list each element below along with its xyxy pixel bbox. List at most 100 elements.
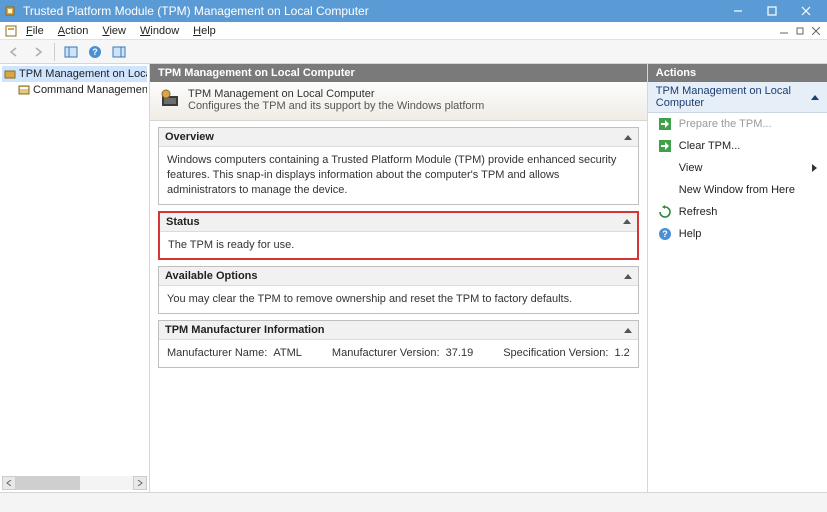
mdi-close-button[interactable] bbox=[809, 24, 823, 38]
statusbar bbox=[0, 492, 827, 512]
menu-window[interactable]: Window bbox=[134, 24, 185, 38]
manufacturer-section: TPM Manufacturer Information Manufacture… bbox=[158, 320, 639, 368]
show-hide-tree-button[interactable] bbox=[61, 42, 81, 62]
command-mgmt-icon bbox=[18, 83, 30, 97]
help-button[interactable]: ? bbox=[85, 42, 105, 62]
action-prepare-tpm: Prepare the TPM... bbox=[648, 113, 827, 135]
toolbar-separator bbox=[54, 43, 55, 61]
collapse-icon bbox=[623, 219, 631, 224]
blank-icon bbox=[658, 183, 672, 197]
actions-subtitle-label: TPM Management on Local Computer bbox=[656, 85, 811, 109]
workspace: TPM Management on Local Compu Command Ma… bbox=[0, 64, 827, 492]
status-body: The TPM is ready for use. bbox=[160, 232, 637, 259]
action-new-window-label: New Window from Here bbox=[679, 184, 795, 196]
menubar: File Action View Window Help bbox=[0, 22, 827, 40]
options-title: Available Options bbox=[165, 270, 258, 282]
blank-icon bbox=[658, 161, 672, 175]
overview-section: Overview Windows computers containing a … bbox=[158, 127, 639, 205]
titlebar: Trusted Platform Module (TPM) Management… bbox=[0, 0, 827, 22]
window-controls bbox=[721, 0, 823, 22]
menu-action-label: ction bbox=[65, 25, 88, 37]
scroll-track[interactable] bbox=[16, 476, 133, 490]
menu-file-label: ile bbox=[33, 25, 44, 37]
overview-header[interactable]: Overview bbox=[159, 128, 638, 147]
actions-title: Actions bbox=[648, 64, 827, 82]
scroll-left-button[interactable] bbox=[2, 476, 16, 490]
tpm-large-icon bbox=[158, 88, 182, 112]
show-hide-action-pane-button[interactable] bbox=[109, 42, 129, 62]
refresh-icon bbox=[658, 205, 672, 219]
mdi-restore-button[interactable] bbox=[793, 24, 807, 38]
prepare-icon bbox=[658, 117, 672, 131]
action-help[interactable]: ? Help bbox=[648, 223, 827, 245]
description-bar: TPM Management on Local Computer Configu… bbox=[150, 82, 647, 121]
description-text: TPM Management on Local Computer Configu… bbox=[188, 88, 484, 112]
menu-file[interactable]: File bbox=[20, 24, 50, 38]
action-clear-label: Clear TPM... bbox=[679, 140, 741, 152]
options-section: Available Options You may clear the TPM … bbox=[158, 266, 639, 314]
options-body: You may clear the TPM to remove ownershi… bbox=[159, 286, 638, 313]
mdi-controls bbox=[777, 24, 823, 38]
options-header[interactable]: Available Options bbox=[159, 267, 638, 286]
mfg-name: Manufacturer Name: ATML bbox=[167, 346, 302, 361]
sections-container: Overview Windows computers containing a … bbox=[150, 121, 647, 374]
submenu-arrow-icon bbox=[812, 164, 817, 172]
menu-help-label: elp bbox=[201, 25, 216, 37]
action-refresh-label: Refresh bbox=[679, 206, 718, 218]
menu-window-label: indow bbox=[150, 25, 179, 37]
content-pane: TPM Management on Local Computer TPM Man… bbox=[150, 64, 647, 492]
tpm-node-icon bbox=[4, 67, 16, 81]
tree-pane: TPM Management on Local Compu Command Ma… bbox=[0, 64, 150, 492]
mfg-version: Manufacturer Version: 37.19 bbox=[332, 346, 473, 361]
tree-horizontal-scrollbar[interactable] bbox=[2, 476, 147, 490]
overview-body: Windows computers containing a Trusted P… bbox=[159, 147, 638, 204]
menu-help[interactable]: Help bbox=[187, 24, 222, 38]
manufacturer-title: TPM Manufacturer Information bbox=[165, 324, 325, 336]
svg-text:?: ? bbox=[662, 229, 668, 239]
mfg-spec: Specification Version: 1.2 bbox=[503, 346, 630, 361]
forward-button[interactable] bbox=[28, 42, 48, 62]
scroll-thumb[interactable] bbox=[16, 476, 80, 490]
menu-action[interactable]: Action bbox=[52, 24, 95, 38]
content-header: TPM Management on Local Computer bbox=[150, 64, 647, 82]
menu-view-label: iew bbox=[109, 25, 126, 37]
help-icon: ? bbox=[658, 227, 672, 241]
collapse-icon bbox=[624, 328, 632, 333]
action-help-label: Help bbox=[679, 228, 702, 240]
manufacturer-header[interactable]: TPM Manufacturer Information bbox=[159, 321, 638, 340]
action-view-label: View bbox=[679, 162, 703, 174]
action-view[interactable]: View bbox=[648, 157, 827, 179]
manufacturer-body: Manufacturer Name: ATML Manufacturer Ver… bbox=[159, 340, 638, 367]
status-section: Status The TPM is ready for use. bbox=[158, 211, 639, 261]
description-line2: Configures the TPM and its support by th… bbox=[188, 100, 484, 112]
collapse-icon bbox=[624, 135, 632, 140]
action-clear-tpm[interactable]: Clear TPM... bbox=[648, 135, 827, 157]
tree-child-label: Command Management bbox=[33, 84, 147, 96]
actions-subtitle[interactable]: TPM Management on Local Computer bbox=[648, 82, 827, 113]
svg-text:?: ? bbox=[92, 47, 98, 57]
collapse-up-icon bbox=[811, 95, 819, 100]
actions-pane: Actions TPM Management on Local Computer… bbox=[647, 64, 827, 492]
toolbar: ? bbox=[0, 40, 827, 64]
overview-title: Overview bbox=[165, 131, 214, 143]
back-button[interactable] bbox=[4, 42, 24, 62]
close-button[interactable] bbox=[789, 0, 823, 22]
window-title: Trusted Platform Module (TPM) Management… bbox=[23, 4, 721, 18]
collapse-icon bbox=[624, 274, 632, 279]
mdi-minimize-button[interactable] bbox=[777, 24, 791, 38]
tree-root-node[interactable]: TPM Management on Local Compu bbox=[2, 66, 147, 82]
menu-view[interactable]: View bbox=[96, 24, 132, 38]
action-refresh[interactable]: Refresh bbox=[648, 201, 827, 223]
action-prepare-label: Prepare the TPM... bbox=[679, 118, 772, 130]
scroll-right-button[interactable] bbox=[133, 476, 147, 490]
status-header[interactable]: Status bbox=[160, 213, 637, 232]
action-new-window[interactable]: New Window from Here bbox=[648, 179, 827, 201]
clear-icon bbox=[658, 139, 672, 153]
status-title: Status bbox=[166, 216, 200, 228]
tpm-app-icon bbox=[4, 4, 18, 18]
minimize-button[interactable] bbox=[721, 0, 755, 22]
maximize-button[interactable] bbox=[755, 0, 789, 22]
tree-child-node[interactable]: Command Management bbox=[2, 82, 147, 98]
tree-root-label: TPM Management on Local Compu bbox=[19, 68, 147, 80]
mmc-doc-icon bbox=[4, 24, 18, 38]
